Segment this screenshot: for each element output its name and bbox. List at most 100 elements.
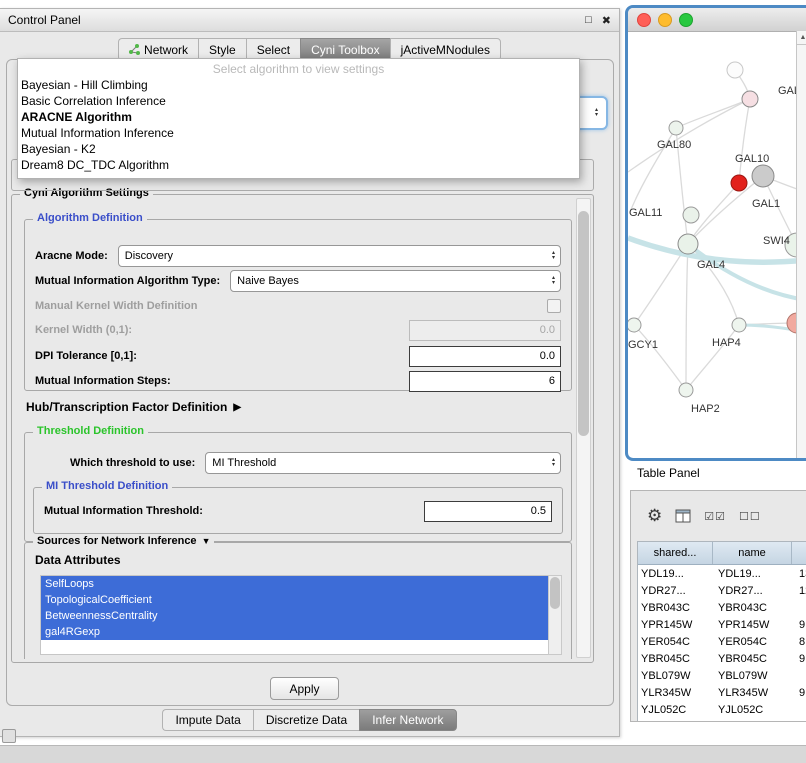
- node-gal4[interactable]: [678, 234, 698, 254]
- node-label: GAL10: [735, 153, 769, 165]
- node[interactable]: [727, 62, 743, 78]
- node[interactable]: [683, 207, 699, 223]
- columns-icon[interactable]: [675, 509, 691, 523]
- node-gal10[interactable]: [752, 165, 774, 187]
- aracne-mode-combo[interactable]: Discovery ▴ ▾: [118, 245, 561, 267]
- network-canvas[interactable]: GAL GAL80 GAL10 GAL11 GAL1 SWI4 GAL4 GCY…: [628, 32, 806, 453]
- dropdown-item[interactable]: Bayesian - K2: [18, 141, 579, 157]
- kernel-width-label: Kernel Width (0,1):: [35, 324, 132, 336]
- list-item[interactable]: SelfLoops: [41, 576, 548, 592]
- settings-scrollbar[interactable]: [576, 198, 591, 658]
- dropdown-item[interactable]: Dream8 DC_TDC Algorithm: [18, 157, 579, 173]
- cell: YDL19...: [715, 568, 796, 580]
- table-row[interactable]: YBL079W YBL079W: [638, 667, 806, 684]
- cell: 9.: [796, 687, 806, 699]
- sources-toggle[interactable]: Sources for Network Inference ▼: [33, 535, 214, 547]
- network-node-labels: GAL GAL80 GAL10 GAL11 GAL1 SWI4 GAL4 GCY…: [628, 85, 800, 415]
- table-row[interactable]: YER054C YER054C 8.: [638, 633, 806, 650]
- mi-steps-field[interactable]: 6: [409, 371, 561, 392]
- cell: 12: [796, 585, 806, 597]
- cell: YLR345W: [715, 687, 796, 699]
- tab-discretize-data[interactable]: Discretize Data: [253, 709, 359, 731]
- close-traffic-light[interactable]: [637, 13, 651, 27]
- gear-icon[interactable]: ⚙: [647, 506, 662, 526]
- aracne-mode-label: Aracne Mode:: [35, 250, 108, 262]
- network-view-window: GAL GAL80 GAL10 GAL11 GAL1 SWI4 GAL4 GCY…: [625, 5, 806, 461]
- tab-infer-network[interactable]: Infer Network: [359, 709, 456, 731]
- node-gcy1[interactable]: [628, 318, 641, 332]
- hub-tf-definition-toggle[interactable]: Hub/Transcription Factor Definition ▶: [26, 400, 241, 414]
- cell: YBR045C: [638, 653, 715, 665]
- table-row[interactable]: YBR043C YBR043C: [638, 599, 806, 616]
- column-header[interactable]: name: [713, 542, 792, 564]
- algorithm-definition-group: Algorithm Definition Aracne Mode: Discov…: [24, 219, 572, 391]
- tab-impute-data[interactable]: Impute Data: [162, 709, 252, 731]
- node-hap2[interactable]: [679, 383, 693, 397]
- table-row[interactable]: YBR045C YBR045C 9.: [638, 650, 806, 667]
- scrollbar-thumb[interactable]: [550, 577, 560, 609]
- network-icon: [129, 44, 140, 55]
- list-item[interactable]: TopologicalCoefficient: [41, 592, 548, 608]
- table-row[interactable]: YJL052C YJL052C: [638, 701, 806, 718]
- column-header[interactable]: [792, 542, 806, 564]
- cell: 8.: [796, 636, 806, 648]
- cell: YJL052C: [715, 704, 796, 716]
- cell: 9.: [796, 653, 806, 665]
- table-panel-title: Table Panel: [637, 466, 700, 480]
- list-item[interactable]: BetweennessCentrality: [41, 608, 548, 624]
- scrollbar-thumb[interactable]: [578, 211, 589, 436]
- mi-threshold-field[interactable]: 0.5: [424, 501, 552, 522]
- combo-value: MI Threshold: [212, 457, 550, 469]
- network-vertical-scrollbar[interactable]: ▲: [796, 31, 806, 458]
- which-threshold-row: Which threshold to use: MI Threshold ▴ ▾: [70, 453, 561, 473]
- network-window-titlebar[interactable]: [628, 8, 806, 32]
- tab-label: Network: [144, 43, 188, 57]
- data-attributes-list: SelfLoops TopologicalCoefficient Between…: [40, 575, 549, 655]
- node-gal1-selected[interactable]: [731, 175, 747, 191]
- dropdown-item[interactable]: Mutual Information Inference: [18, 125, 579, 141]
- table-toolbar: ⚙ ☑☑ ☐☐: [631, 497, 761, 535]
- node-label: GAL11: [629, 207, 662, 219]
- node[interactable]: [669, 121, 683, 135]
- control-panel-titlebar[interactable]: Control Panel □ ✖: [0, 9, 619, 32]
- manual-kernel-checkbox[interactable]: [547, 299, 561, 313]
- tab-label: Select: [257, 43, 290, 57]
- deselect-all-checks-icon[interactable]: ☐☐: [739, 510, 761, 523]
- list-item[interactable]: gal4RGexp: [41, 624, 548, 640]
- table-row[interactable]: YPR145W YPR145W 9.: [638, 616, 806, 633]
- combo-value: Naive Bayes: [237, 275, 550, 287]
- dropdown-item[interactable]: Basic Correlation Inference: [18, 93, 579, 109]
- manual-kernel-row: Manual Kernel Width Definition: [35, 298, 561, 314]
- table-row[interactable]: YDR27... YDR27... 12: [638, 582, 806, 599]
- group-title: Algorithm Definition: [33, 212, 147, 224]
- node-hap4[interactable]: [732, 318, 746, 332]
- window-title: Control Panel: [8, 13, 81, 27]
- select-all-checks-icon[interactable]: ☑☑: [704, 510, 726, 523]
- dpi-tolerance-field[interactable]: 0.0: [409, 346, 561, 367]
- cell: YBR043C: [638, 602, 715, 614]
- apply-button[interactable]: Apply: [270, 677, 339, 700]
- status-bar: [0, 745, 806, 763]
- float-window-icon[interactable]: □: [585, 14, 592, 26]
- node[interactable]: [742, 91, 758, 107]
- column-header[interactable]: shared...: [638, 542, 713, 564]
- cell: YDR27...: [715, 585, 796, 597]
- algorithm-dropdown-popup: Select algorithm to view settings Bayesi…: [17, 58, 580, 179]
- mi-steps-row: Mutual Information Steps: 6: [35, 371, 561, 391]
- zoom-traffic-light[interactable]: [679, 13, 693, 27]
- dropdown-item-selected[interactable]: ARACNE Algorithm: [18, 109, 579, 125]
- kernel-width-field[interactable]: 0.0: [409, 320, 561, 341]
- minimize-traffic-light[interactable]: [658, 13, 672, 27]
- close-icon[interactable]: ✖: [602, 14, 611, 27]
- table-row[interactable]: YLR345W YLR345W 9.: [638, 684, 806, 701]
- dropdown-item[interactable]: Bayesian - Hill Climbing: [18, 77, 579, 93]
- table-row[interactable]: YDL19... YDL19... 13: [638, 565, 806, 582]
- scroll-up-icon[interactable]: ▲: [797, 31, 806, 45]
- attributes-scrollbar[interactable]: [548, 575, 562, 655]
- dpi-tolerance-label: DPI Tolerance [0,1]:: [35, 350, 137, 362]
- cell: YPR145W: [638, 619, 715, 631]
- which-threshold-combo[interactable]: MI Threshold ▴ ▾: [205, 452, 561, 474]
- collapsed-panel-icon[interactable]: [2, 729, 16, 743]
- kernel-width-row: Kernel Width (0,1): 0.0: [35, 320, 561, 340]
- mi-type-combo[interactable]: Naive Bayes ▴ ▾: [230, 270, 561, 292]
